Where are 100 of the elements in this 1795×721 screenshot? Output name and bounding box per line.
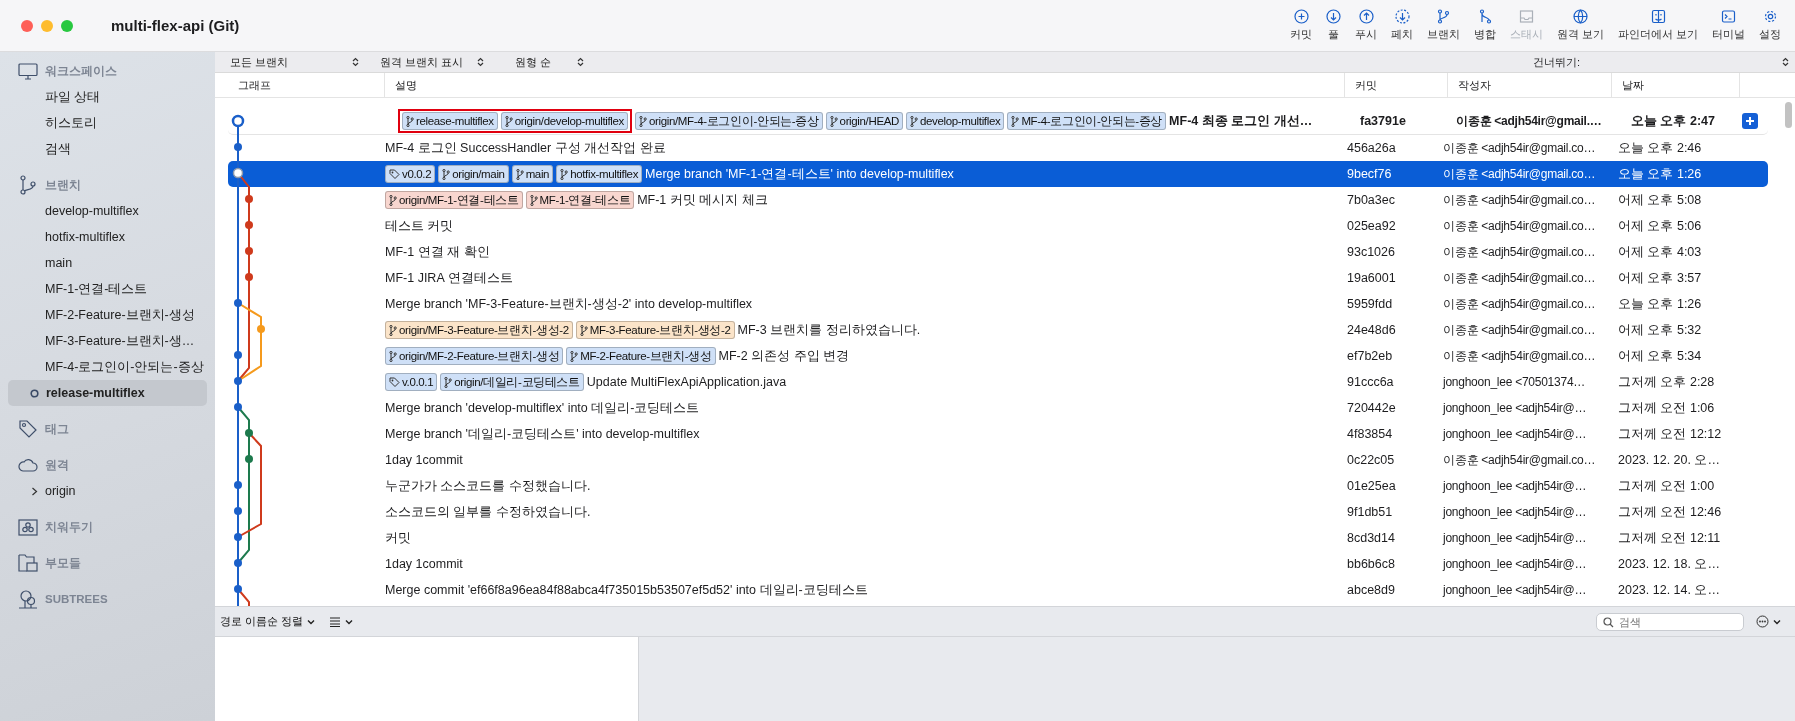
author-cell-text: 이종훈 <adjh54ir@gmail.co… [1443,269,1597,287]
toolbar-button[interactable]: 원격 보기 [1551,7,1611,44]
branch-label[interactable]: origin/MF-2-Feature-브랜치-생성 [385,347,564,365]
date-cell-text: 그저께 오전 12:11 [1618,529,1722,547]
date-cell-text: 그저께 오후 2:28 [1618,373,1716,391]
sidebar-item[interactable]: 히스토리 [8,110,207,136]
toolbar-button[interactable]: 파인더에서 보기 [1612,7,1704,44]
date-cell-text: 2023. 12. 14. 오… [1618,581,1721,599]
commit-row[interactable]: 테스트 커밋 025ea92 이종훈 <adjh54ir@gmail.co… 어제 오후 5:06 [228,213,1768,239]
tray-icon [1519,9,1535,24]
sidebar-item[interactable]: origin [8,478,207,504]
toolbar-button[interactable]: 병합 [1468,7,1503,44]
branch-label[interactable]: MF-1-연결-테스트 [525,191,635,209]
sidebar-item[interactable]: release-multiflex [8,380,207,406]
window-control[interactable] [41,19,53,32]
author-cell-text: jonghoon_lee <adjh54ir@… [1443,583,1588,597]
commit-row[interactable]: 커밋 8cd3d14 jonghoon_lee <adjh54ir@… 그저께 오전 12:11 [228,525,1768,551]
sidebar-item[interactable]: MF-1-연결-테스트 [8,276,207,302]
sidebar-item[interactable]: 파일 상태 [8,84,207,110]
branch-label[interactable]: origin/MF-3-Feature-브랜치-생성-2 [385,321,573,339]
chevron-down-icon [1773,618,1781,625]
cloud-icon [18,458,38,472]
tag-label[interactable]: v.0.0.1 [385,373,438,391]
date-cell-text: 그저께 오전 12:12 [1618,425,1723,443]
branch-label[interactable]: hotfix-multiflex [556,165,643,183]
column-header[interactable]: 날짜 [1622,77,1644,93]
commit-row[interactable]: v.0.0.1 origin/데일리-코딩테스트 Update MultiFlexApiApplication.java 91ccc6a jonghoon_lee <70501374… 그저께 오후 2:28 [228,369,1768,395]
plus-icon[interactable] [1742,113,1758,129]
commit-row[interactable]: release-multiflex origin/develop-multiflex origin/MF-4-로그인이-안되는-증상 origin/HEAD develop-multiflex MF-4-로그인이-안되는-증상 MF-4 최종 로그인 개선… fa3791e 이종훈 <adjh54ir@gmail.… 오늘 오후 2:47 [228,108,1768,135]
commit-row[interactable]: origin/MF-1-연결-테스트 MF-1-연결-테스트 MF-1 커밋 메시지 체크 7b0a3ec 이종훈 <adjh54ir@gmail.co… 어제 오후 5:08 [228,187,1768,213]
branch-label[interactable]: origin/데일리-코딩테스트 [440,373,584,391]
commit-row[interactable]: Merge branch 'develop-multiflex' into 데일리-코딩테스트 720442e jonghoon_lee <adjh54ir@… 그저께 오전 1:06 [228,395,1768,421]
more-button[interactable] [1754,615,1783,628]
toolbar-button[interactable]: 설정 [1753,7,1787,44]
commit-row[interactable]: Merge branch 'MF-3-Feature-브랜치-생성-2' into develop-multiflex 5959fdd 이종훈 <adjh54ir@gmail.co… 오늘 오후 1:26 [228,291,1768,317]
folder-icon [18,554,38,572]
tag-label[interactable]: v0.0.2 [385,165,436,183]
branch-icon [389,324,397,336]
search-field[interactable]: 검색 [1596,612,1744,631]
commit-row[interactable]: 1day 1commit 0c22c05 이종훈 <adjh54ir@gmail.co… 2023. 12. 20. 오… [228,447,1768,473]
date-cell-text: 오늘 오후 2:46 [1618,139,1703,157]
toolbar-button[interactable]: 터미널 [1706,7,1751,44]
branch-label[interactable]: develop-multiflex [906,112,1005,130]
sidebar-item[interactable]: develop-multiflex [8,198,207,224]
commit-message: 누군가가 소스코드를 수정했습니다. [385,477,591,495]
window-control[interactable] [61,19,73,32]
filter-dropdown[interactable]: 원형 순 [500,54,590,70]
toolbar-button[interactable]: 커밋 [1284,7,1319,44]
branch-icon [389,350,397,362]
commit-message: MF-4 로그인 SuccessHandler 구성 개선작업 완료 [385,139,666,157]
commit-row[interactable]: MF-1 JIRA 연결테스트 19a6001 이종훈 <adjh54ir@gmail.co… 어제 오후 3:57 [228,265,1768,291]
filter-dropdown[interactable]: 모든 브랜치 [215,54,365,70]
branch-icon [504,115,513,127]
branch-label[interactable]: MF-4-로그인이-안되는-증상 [1007,112,1167,130]
sidebar-item[interactable]: MF-2-Feature-브랜치-생성 [8,302,207,328]
branch-label[interactable]: origin/main [438,165,509,183]
branch-label[interactable]: main [511,165,554,183]
commit-node [234,403,242,411]
commit-row[interactable]: 누군가가 소스코드를 수정했습니다. 01e25ea jonghoon_lee <adjh54ir@… 그저께 오전 1:00 [228,473,1768,499]
commit-message: Merge branch 'MF-1-연결-테스트' into develop-multiflex [645,165,954,183]
filter-dropdown[interactable]: 원격 브랜치 표시 [365,54,490,70]
column-header[interactable]: 설명 [395,77,417,93]
sidebar-item[interactable]: hotfix-multiflex [8,224,207,250]
commit-node [234,585,242,593]
sidebar-item[interactable]: main [8,250,207,276]
toolbar-button[interactable]: 풀 [1320,7,1348,44]
commit-row[interactable]: 1day 1commit bb6b6c8 jonghoon_lee <adjh54ir@… 2023. 12. 18. 오… [228,551,1768,577]
commit-hash: 8cd3d14 [1346,531,1396,545]
branch-label[interactable]: MF-2-Feature-브랜치-생성 [566,347,716,365]
sidebar-item[interactable]: MF-4-로그인이-안되는-증상 [8,354,207,380]
more-icon [1756,615,1769,628]
branch-label[interactable]: origin/develop-multiflex [500,112,628,130]
sort-dropdown[interactable]: 경로 이름순 정렬 [218,614,318,629]
toolbar-button[interactable]: 브랜치 [1421,7,1467,44]
commit-row[interactable]: origin/MF-2-Feature-브랜치-생성 MF-2-Feature-브랜치-생성 MF-2 의존성 주입 변경 ef7b2eb 이종훈 <adjh54ir@gmail.co… 어제 오후 5:34 [228,343,1768,369]
scrollbar[interactable] [1785,102,1792,128]
commit-row[interactable]: Merge commit 'ef66f8a96ea84f88abca4f735015b53507ef5d52' into 데일리-코딩테스트 abce8d9 jonghoon_lee <adjh54ir@… 2023. 12. 14. 오… [228,577,1768,603]
branch-label[interactable]: origin/MF-4-로그인이-안되는-증상 [635,112,823,130]
window-control[interactable] [21,19,33,32]
branch-icon [389,194,397,206]
sidebar-item[interactable]: 검색 [8,136,207,162]
commit-row[interactable]: 소스코드의 일부를 수정하였습니다. 9f1db51 jonghoon_lee <adjh54ir@… 그저께 오전 12:46 [228,499,1768,525]
branch-label[interactable]: origin/HEAD [825,112,904,130]
branch-label[interactable]: origin/MF-1-연결-테스트 [385,191,523,209]
commit-hash: 5959fdd [1346,297,1394,311]
commit-row[interactable]: MF-4 로그인 SuccessHandler 구성 개선작업 완료 456a26a 이종훈 <adjh54ir@gmail.co… 오늘 오후 2:46 [228,135,1768,161]
branch-label[interactable]: MF-3-Feature-브랜치-생성-2 [575,321,735,339]
column-header[interactable]: 작성자 [1458,77,1491,93]
section-header: 원격 [45,457,69,473]
toolbar-button[interactable]: 페치 [1385,7,1420,44]
commit-row[interactable]: Merge branch '데일리-코딩테스트' into develop-multiflex 4f83854 jonghoon_lee <adjh54ir@… 그저께 오전 12:12 [228,421,1768,447]
commit-node [245,273,253,281]
toolbar-button[interactable]: 푸시 [1349,7,1384,44]
column-header[interactable]: 커밋 [1355,77,1377,93]
column-header[interactable]: 그래프 [238,77,271,93]
commit-row[interactable]: origin/MF-3-Feature-브랜치-생성-2 MF-3-Feature-브랜치-생성-2 MF-3 브랜치를 정리하였습니다. 24e48d6 이종훈 <adjh54ir@gmail.co… 어제 오후 5:32 [228,317,1768,343]
commit-row[interactable]: v0.0.2 origin/main main hotfix-multiflex Merge branch 'MF-1-연결-테스트' into develop-multiflex 9becf76 이종훈 <adjh54ir@gmail.co… 오늘 오후 1:26 [228,161,1768,187]
commit-row[interactable]: MF-1 연결 재 확인 93c1026 이종훈 <adjh54ir@gmail.co… 어제 오후 4:03 [228,239,1768,265]
sidebar-item[interactable]: MF-3-Feature-브랜치-생… [8,328,207,354]
branch-label[interactable]: release-multiflex [402,112,498,130]
